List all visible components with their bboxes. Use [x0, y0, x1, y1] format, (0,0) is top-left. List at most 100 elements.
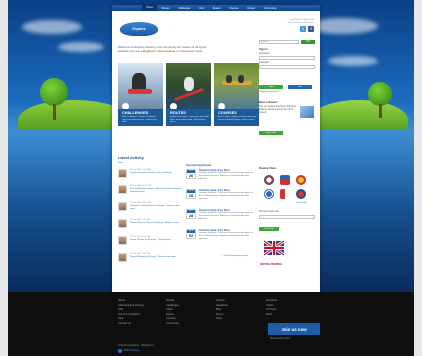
activity-item: 29 Oct 2011, 10:12 PM Took part in Henle… — [118, 202, 182, 216]
footer-column-1: Home About Explore Rowing FAQ Terms & Co… — [118, 299, 164, 327]
avatar[interactable] — [118, 185, 127, 194]
forgot-password-link[interactable]: Forgotten password — [259, 91, 278, 93]
site-footer: Home About Explore Rowing FAQ Terms & Co… — [8, 292, 414, 356]
calendar-icon: OCT 28 — [186, 209, 196, 219]
nav-club[interactable]: Club — [195, 7, 209, 10]
tree-right — [368, 82, 392, 106]
event-day: 28 — [188, 213, 194, 218]
footer-column-4: Facebook Twitter YouTube Flickr — [266, 299, 312, 317]
search-button[interactable]: GO — [301, 40, 315, 44]
activity-text[interactable]: Rowed 20km on Thames Challenge · Added t… — [130, 222, 182, 225]
card-title: CHALLENGES — [122, 111, 149, 115]
site-logo[interactable]: Explore — [120, 22, 158, 36]
nav-routes[interactable]: Routes — [157, 7, 174, 10]
supplier-link[interactable]: British Rowing — [124, 349, 139, 352]
join-button[interactable]: Join — [288, 85, 312, 89]
intro-text: Welcome to Explore Rowing, the community… — [118, 45, 238, 53]
activity-item: 28 Oct 2011, 9:03 PM Rowed 20km on Thame… — [118, 219, 182, 233]
beginner-link[interactable]: Beginner — [143, 49, 156, 53]
event-description: Location: Rowforth · Join rowers from ac… — [199, 192, 254, 200]
username-field[interactable] — [259, 56, 315, 60]
rower-title: Been a Rower? — [259, 101, 278, 104]
activity-text[interactable]: Reached Wayfarer badge · Richmond Route … — [130, 188, 182, 194]
activity-text[interactable]: Rowed Richmond to Putney · Shared a new … — [130, 256, 182, 259]
advanced-link[interactable]: Advanced — [180, 49, 194, 53]
event-day: 02 — [188, 233, 194, 238]
find-clubs-button[interactable]: Find Clubs — [259, 131, 283, 135]
footer-link[interactable]: Flickr — [266, 313, 312, 318]
activity-item: 27 Oct 2011, 4:47 PM Rowed Richmond to P… — [118, 253, 182, 267]
activity-time: 27 Oct 2011, 4:47 PM — [130, 253, 151, 255]
intermediate-link[interactable]: Intermediate — [158, 49, 176, 53]
password-field[interactable] — [259, 65, 315, 69]
activity-text[interactable]: Joined Thames Sculls group · Posted phot… — [130, 239, 182, 242]
view-all-events-link[interactable]: » View all upcoming events — [222, 255, 248, 257]
footer-copyright: © Explore Rowing · Website by — [118, 344, 154, 347]
facebook-icon[interactable]: f — [308, 26, 314, 32]
calendar-icon: OCT 26 — [186, 169, 196, 179]
activity-text[interactable]: Took part in Henley Stroke Challenge · C… — [130, 205, 182, 211]
footer-column-3: Groups Newsletter Blog Forum Shop — [216, 299, 262, 322]
footer-link[interactable]: Community — [166, 322, 212, 327]
activity-tab[interactable]: Most — [118, 162, 123, 164]
nav-events[interactable]: Events — [209, 7, 225, 10]
activity-time: 29 Oct 2011, 11:40 PM — [130, 185, 152, 187]
activity-text[interactable]: Joined the Explore Rowing Trophy Challen… — [130, 172, 182, 175]
supplier-icon — [118, 349, 122, 353]
rower-image — [300, 106, 314, 118]
nav-courses[interactable]: Courses — [225, 7, 243, 10]
avatar[interactable] — [118, 169, 127, 178]
calendar-icon: NOV 02 — [186, 229, 196, 239]
activity-item: 28 Oct 2011, 6:21 PM Joined Thames Scull… — [118, 236, 182, 250]
card-title: ROUTES — [170, 111, 186, 115]
courses-card[interactable]: COURSES Access clubs · Engage with the c… — [214, 63, 259, 126]
community-links[interactable]: Our Community Newsletter — [288, 22, 314, 25]
password-label: Password — [259, 62, 270, 64]
footer-link[interactable]: Shop — [216, 317, 262, 322]
calendar-icon: OCT 28 — [186, 189, 196, 199]
card-description: Explore new routes · Create your own rou… — [170, 116, 210, 124]
footer-link[interactable]: Contact Us — [118, 322, 164, 327]
club-badge-icon[interactable] — [296, 189, 306, 199]
nav-challenges[interactable]: Challenges — [174, 7, 195, 10]
club-roundel-icon[interactable] — [264, 189, 274, 199]
event-item: NOV 02 Rowforth Head of the River Locati… — [186, 229, 256, 247]
search-input[interactable] — [259, 40, 299, 44]
avatar[interactable] — [118, 236, 127, 245]
nav-community[interactable]: Community — [260, 7, 281, 10]
event-description: Location: Rowforth · Join rowers from ac… — [199, 232, 254, 240]
find-club-label: Find your local club — [259, 211, 279, 213]
nav-groups[interactable]: Groups — [243, 7, 260, 10]
more-clubs-link[interactable]: more clubs — [296, 202, 307, 204]
tree-left — [40, 78, 68, 106]
club-badge-icon[interactable] — [296, 175, 306, 185]
join-us-button[interactable]: Join us now — [268, 323, 320, 335]
username-label: Username — [259, 53, 270, 55]
avatar[interactable] — [118, 219, 127, 228]
footer-column-2: Routes Challenges Clubs Events Courses C… — [166, 299, 212, 327]
event-item: OCT 28 Rowforth Head of the River Locati… — [186, 189, 256, 207]
routes-card[interactable]: ROUTES Explore new routes · Create your … — [166, 63, 211, 126]
activity-time: 29 Oct 2011, 10:12 PM — [130, 202, 152, 204]
cloud — [22, 20, 82, 34]
header-links: Login Register Basket (0) Our Community … — [288, 19, 314, 25]
login-button[interactable]: Login — [259, 85, 283, 89]
signin-title: Sign in — [259, 48, 268, 51]
find-club-button[interactable]: Find Club — [259, 227, 279, 231]
club-shield-icon[interactable] — [280, 175, 290, 185]
upcoming-events-title: Upcoming Events — [186, 163, 212, 167]
avatar[interactable] — [118, 253, 127, 262]
twitter-icon[interactable]: t — [300, 26, 306, 32]
club-crest-icon[interactable] — [264, 175, 274, 185]
tree-trunk — [53, 104, 56, 120]
avatar[interactable] — [118, 202, 127, 211]
club-crest-icon[interactable] — [280, 189, 290, 199]
main-page: Home Routes Challenges Club Events Cours… — [112, 5, 320, 292]
join-caption: Membership is free — [270, 337, 291, 340]
activity-time: 28 Oct 2011, 6:21 PM — [130, 236, 151, 238]
event-item: OCT 26 Rowforth Head of the River Locati… — [186, 169, 256, 187]
club-location-field[interactable] — [259, 215, 315, 219]
rower-text: Join our verified members of Explore Row… — [259, 106, 297, 114]
card-description: Take Challenges · Create a Challenge · C… — [122, 116, 158, 124]
challenges-card[interactable]: CHALLENGES Take Challenges · Create a Ch… — [118, 63, 163, 126]
